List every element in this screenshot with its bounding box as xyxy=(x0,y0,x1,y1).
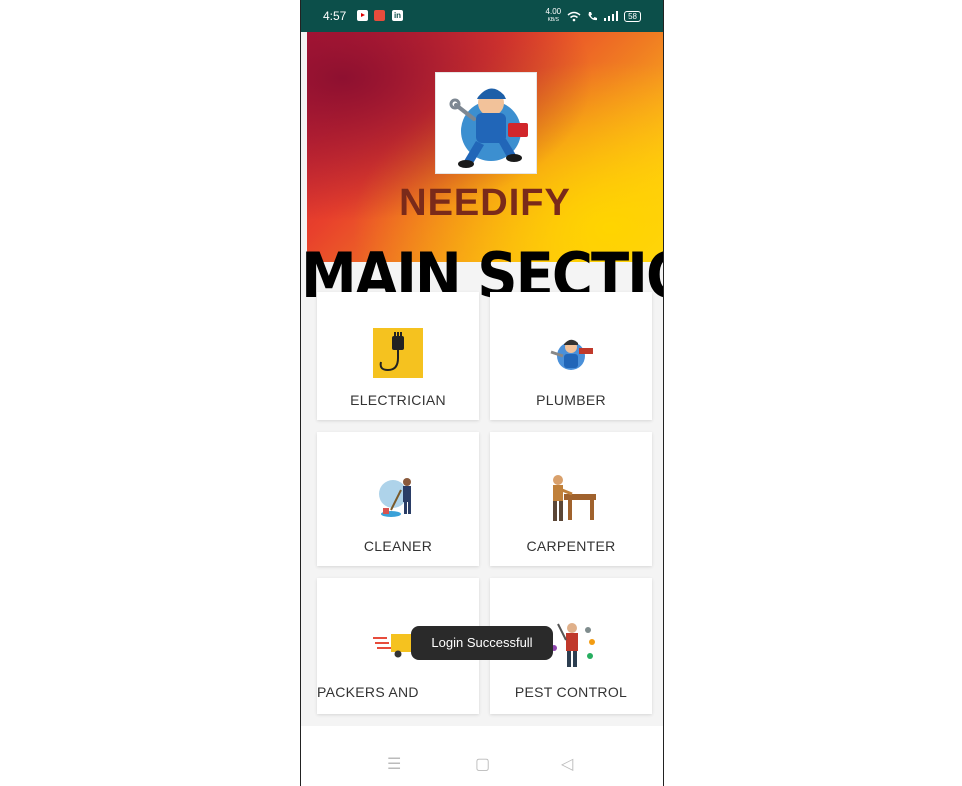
hero-banner: NEEDIFY xyxy=(307,32,663,262)
network-speed-unit: KB/S xyxy=(547,17,559,23)
menu-nav-icon[interactable]: ☰ xyxy=(387,754,401,774)
cleaner-icon xyxy=(379,478,411,517)
service-label-carpenter: CARPENTER xyxy=(526,538,616,554)
battery-icon: 58 xyxy=(624,10,641,22)
network-speed-value: 4.00 xyxy=(545,7,562,16)
service-card-electrician[interactable]: ELECTRICIAN xyxy=(317,292,479,420)
network-speed: 4.00 KB/S xyxy=(546,8,562,24)
status-time: 4:57 xyxy=(323,9,347,23)
service-card-plumber[interactable]: PLUMBER xyxy=(490,292,652,420)
wifi-call-icon xyxy=(588,11,598,20)
carpenter-icon xyxy=(553,475,596,521)
linkedin-notification-icon: in xyxy=(392,10,403,21)
handyman-mascot-icon xyxy=(449,88,528,168)
service-label-electrician: ELECTRICIAN xyxy=(350,392,446,408)
wifi-icon xyxy=(567,11,581,21)
screen-record-icon xyxy=(374,10,385,21)
status-right-cluster: 4.00 KB/S 58 xyxy=(546,8,641,24)
app-brand-name: NEEDIFY xyxy=(399,182,571,224)
service-label-pest-control: PEST CONTROL xyxy=(514,684,628,700)
service-label-cleaner: CLEANER xyxy=(363,538,433,554)
youtube-notification-icon xyxy=(357,10,368,21)
system-nav-bar: ☰ ▢ ◁ xyxy=(301,726,663,786)
back-nav-icon[interactable]: ◁ xyxy=(561,754,573,774)
home-nav-icon[interactable]: ▢ xyxy=(475,754,490,774)
plumber-icon xyxy=(550,339,593,370)
phone-screen: 4:57 in 4.00 KB/S 58 NEEDIFY MAIN SECTI … xyxy=(300,0,664,786)
app-logo xyxy=(435,72,537,174)
electric-plug-icon xyxy=(373,328,423,378)
pest-control-icon xyxy=(551,623,595,667)
status-bar: 4:57 in 4.00 KB/S 58 xyxy=(301,0,663,32)
service-label-packers: PACKERS AND xyxy=(317,684,419,700)
toast-message: Login Successfull xyxy=(411,626,553,660)
service-label-plumber: PLUMBER xyxy=(536,392,606,408)
signal-icon xyxy=(604,11,619,21)
service-card-carpenter[interactable]: CARPENTER xyxy=(490,432,652,566)
service-card-cleaner[interactable]: CLEANER xyxy=(317,432,479,566)
